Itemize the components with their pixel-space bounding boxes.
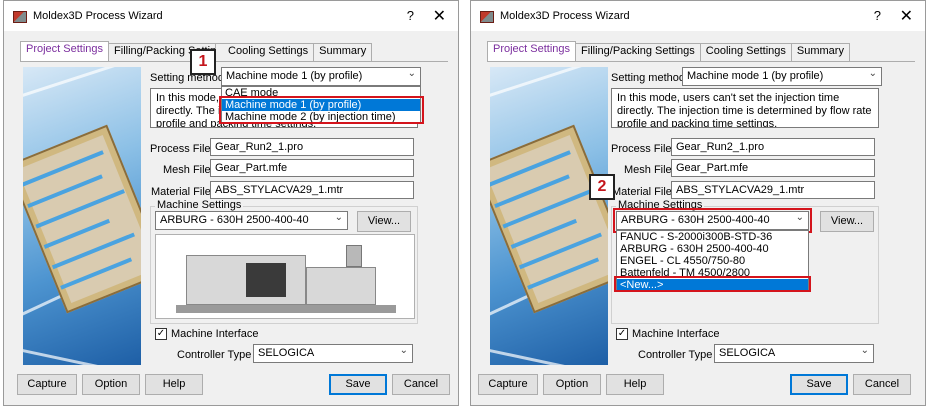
view-machine-button[interactable]: View... <box>820 211 874 232</box>
callout-step-2: 2 <box>589 174 615 200</box>
mesh-file-label: Mesh File : <box>624 164 678 176</box>
gear-part-image <box>490 124 608 314</box>
capture-button[interactable]: Capture <box>17 374 77 395</box>
close-icon[interactable]: ✕ <box>433 6 446 26</box>
controller-type-label: Controller Type : <box>638 349 719 361</box>
machine-interface-label: Machine Interface <box>171 328 259 340</box>
material-file-label: Material File : <box>612 186 679 198</box>
help-button[interactable]: Help <box>606 374 664 395</box>
gear-part-image <box>23 124 141 314</box>
machine-settings-title: Machine Settings <box>155 199 244 211</box>
machine-dropdown-list: FANUC - S-2000i300B-STD-36 ARBURG - 630H… <box>616 230 809 292</box>
machine-interface-label: Machine Interface <box>632 328 720 340</box>
controller-type-combo[interactable]: SELOGICA ⌄ <box>714 344 874 363</box>
setting-method-value: Machine mode 1 (by profile) <box>226 70 363 82</box>
setting-method-combo[interactable]: Machine mode 1 (by profile) ⌄ <box>221 67 421 86</box>
cancel-button[interactable]: Cancel <box>392 374 450 395</box>
dropdown-option-arburg[interactable]: ARBURG - 630H 2500-400-40 <box>617 243 808 255</box>
tab-cooling-settings[interactable]: Cooling Settings <box>215 43 315 61</box>
process-wizard-dialog-left: Moldex3D Process Wizard ? ✕ Project Sett… <box>3 0 459 406</box>
tab-project-settings[interactable]: Project Settings <box>20 41 110 61</box>
material-file-field[interactable]: ABS_STYLACVA29_1.mtr <box>210 181 414 199</box>
window-title: Moldex3D Process Wizard <box>500 10 630 22</box>
controller-type-value: SELOGICA <box>258 347 315 359</box>
tab-filling-packing-settings[interactable]: Filling/Packing Settings <box>575 43 701 61</box>
moldex3d-app-icon <box>480 11 494 23</box>
moldex3d-app-icon <box>13 11 27 23</box>
dropdown-option-new[interactable]: <New...> <box>617 279 808 291</box>
process-file-field[interactable]: Gear_Run2_1.pro <box>671 138 875 156</box>
title-bar: Moldex3D Process Wizard ? ✕ <box>471 1 925 31</box>
wizard-illustration <box>23 67 141 365</box>
tab-strip: Project Settings Filling/Packing Setting… <box>487 41 850 61</box>
controller-type-combo[interactable]: SELOGICA ⌄ <box>253 344 413 363</box>
tab-summary[interactable]: Summary <box>313 43 373 61</box>
setting-method-value: Machine mode 1 (by profile) <box>687 70 824 82</box>
dropdown-option-engel[interactable]: ENGEL - CL 4550/750-80 <box>617 255 808 267</box>
dropdown-option-machine-mode-1[interactable]: Machine mode 1 (by profile) <box>222 99 420 111</box>
setting-method-label: Setting method : <box>611 72 692 84</box>
callout-step-1: 1 <box>190 49 216 75</box>
controller-type-value: SELOGICA <box>719 347 776 359</box>
mesh-file-field[interactable]: Gear_Part.mfe <box>671 159 875 177</box>
wizard-illustration <box>490 67 608 365</box>
machine-combo[interactable]: ARBURG - 630H 2500-400-40 ⌄ <box>616 211 809 230</box>
chevron-down-icon: ⌄ <box>407 68 416 79</box>
help-titlebar-button[interactable]: ? <box>407 8 414 23</box>
tab-panel-border <box>487 61 915 62</box>
view-machine-button[interactable]: View... <box>357 211 411 232</box>
process-file-label: Process File : <box>611 143 678 155</box>
title-bar: Moldex3D Process Wizard ? ✕ <box>4 1 458 31</box>
process-wizard-dialog-right: Moldex3D Process Wizard ? ✕ Project Sett… <box>470 0 926 406</box>
machine-value: ARBURG - 630H 2500-400-40 <box>621 214 770 226</box>
help-titlebar-button[interactable]: ? <box>874 8 881 23</box>
machine-interface-checkbox[interactable]: ✓ <box>616 328 628 340</box>
tab-cooling-settings[interactable]: Cooling Settings <box>699 43 792 61</box>
chevron-down-icon: ⌄ <box>860 345 869 356</box>
close-icon[interactable]: ✕ <box>900 6 913 26</box>
tab-panel-border <box>20 61 448 62</box>
setting-method-combo[interactable]: Machine mode 1 (by profile) ⌄ <box>682 67 882 86</box>
chevron-down-icon: ⌄ <box>334 212 343 223</box>
save-button[interactable]: Save <box>790 374 848 395</box>
cancel-button[interactable]: Cancel <box>853 374 911 395</box>
mesh-file-field[interactable]: Gear_Part.mfe <box>210 159 414 177</box>
dropdown-option-cae-mode[interactable]: CAE mode <box>222 87 420 99</box>
dropdown-option-battenfeld[interactable]: Battenfeld - TM 4500/2800 <box>617 267 808 279</box>
material-file-field[interactable]: ABS_STYLACVA29_1.mtr <box>671 181 875 199</box>
mode-description: In this mode, users can't set the inject… <box>611 88 879 128</box>
machine-combo[interactable]: ARBURG - 630H 2500-400-40 ⌄ <box>155 211 348 230</box>
dropdown-option-machine-mode-2[interactable]: Machine mode 2 (by injection time) <box>222 111 420 123</box>
process-file-field[interactable]: Gear_Run2_1.pro <box>210 138 414 156</box>
material-file-label: Material File : <box>151 186 218 198</box>
setting-method-dropdown-list: CAE mode Machine mode 1 (by profile) Mac… <box>221 86 421 124</box>
help-button[interactable]: Help <box>145 374 203 395</box>
tab-project-settings[interactable]: Project Settings <box>487 41 577 61</box>
machine-interface-checkbox[interactable]: ✓ <box>155 328 167 340</box>
process-file-label: Process File : <box>150 143 217 155</box>
save-button[interactable]: Save <box>329 374 387 395</box>
tab-summary[interactable]: Summary <box>790 43 850 61</box>
chevron-down-icon: ⌄ <box>868 68 877 79</box>
window-title: Moldex3D Process Wizard <box>33 10 163 22</box>
mesh-file-label: Mesh File : <box>163 164 217 176</box>
capture-button[interactable]: Capture <box>478 374 538 395</box>
controller-type-label: Controller Type : <box>177 349 258 361</box>
option-button[interactable]: Option <box>543 374 601 395</box>
chevron-down-icon: ⌄ <box>399 345 408 356</box>
option-button[interactable]: Option <box>82 374 140 395</box>
machine-image <box>155 234 415 319</box>
dropdown-option-fanuc[interactable]: FANUC - S-2000i300B-STD-36 <box>617 231 808 243</box>
chevron-down-icon: ⌄ <box>795 212 804 223</box>
machine-value: ARBURG - 630H 2500-400-40 <box>160 214 309 226</box>
machine-settings-title: Machine Settings <box>616 199 705 211</box>
